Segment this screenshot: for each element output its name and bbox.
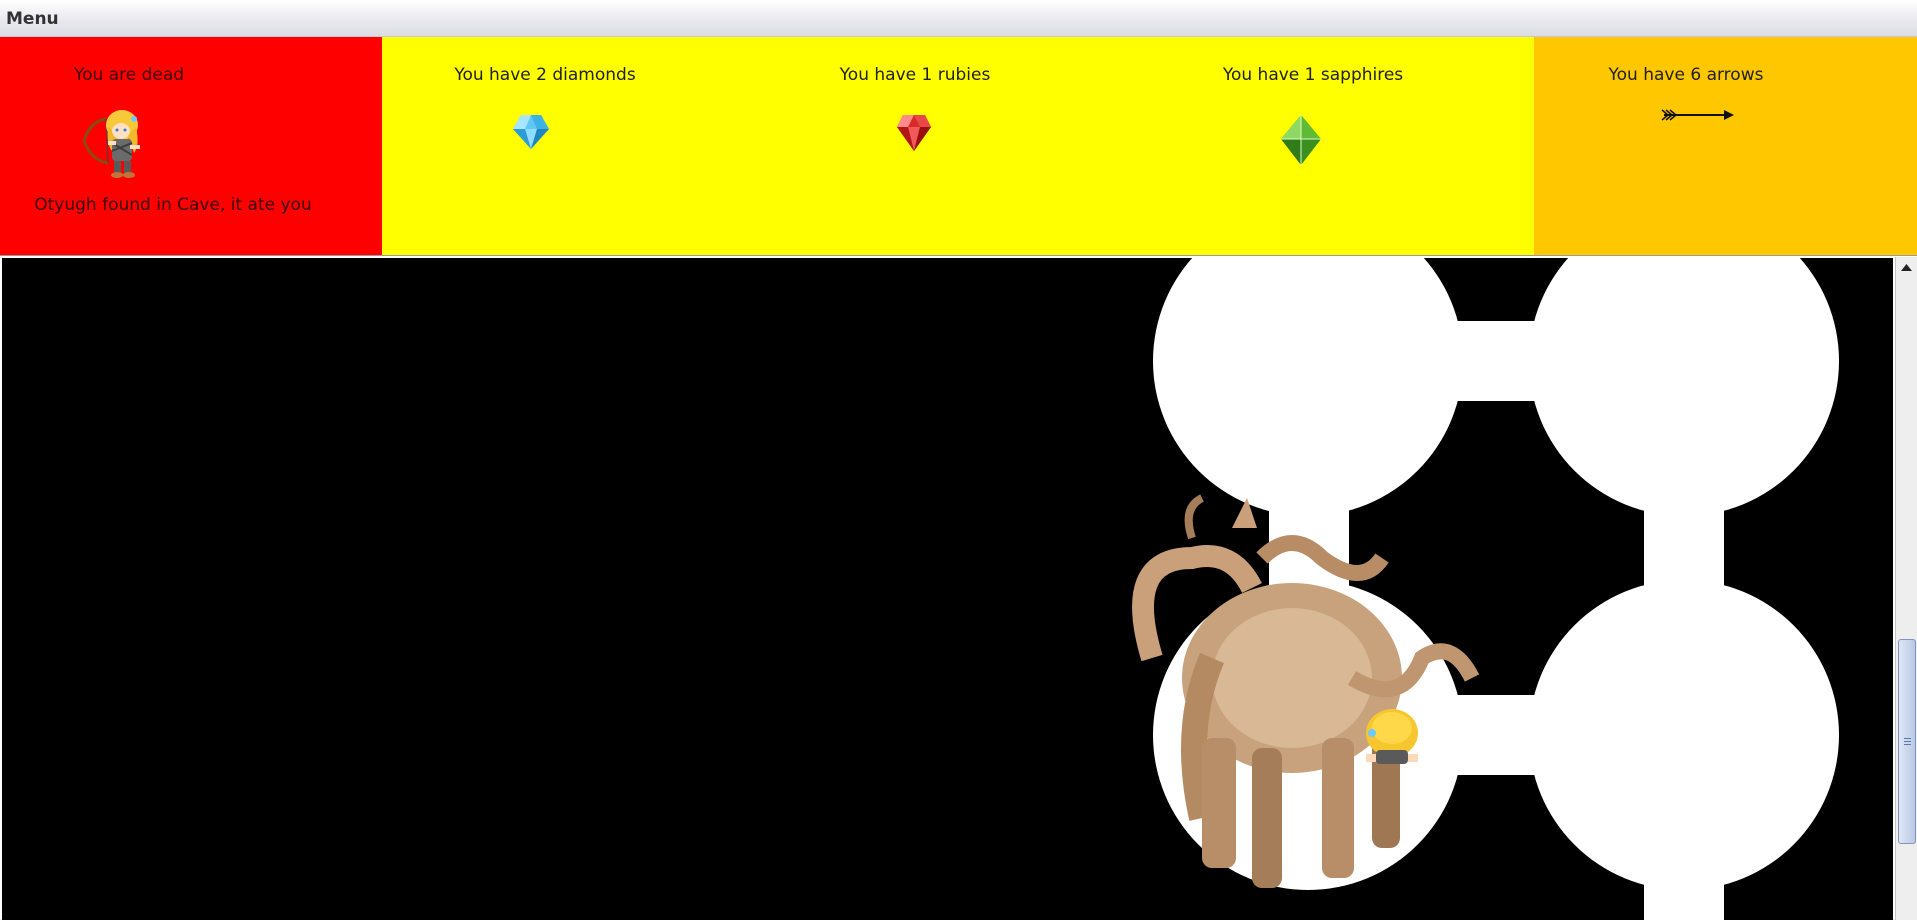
diamond-icon	[511, 111, 551, 155]
menu-bar: Menu	[0, 0, 1917, 37]
inventory-panel: You have 2 diamonds You have 1 rubies Yo…	[382, 37, 1534, 255]
map-scroll-pane	[0, 255, 1917, 920]
grip-line	[1904, 741, 1911, 742]
diamonds-count-text: You have 2 diamonds	[454, 65, 636, 85]
player-state-text: You are dead	[73, 65, 185, 85]
cave-tiles	[2, 258, 1893, 920]
status-message: Otyugh found in Cave, it ate you	[34, 195, 312, 215]
rubies-count-text: You have 1 rubies	[839, 65, 991, 85]
archer-icon	[78, 105, 154, 185]
arrow-icon	[1660, 107, 1736, 127]
arrows-count-text: You have 6 arrows	[1608, 65, 1764, 85]
ruby-icon	[895, 111, 933, 157]
scroll-up-button[interactable]	[1896, 257, 1917, 278]
arrows-panel: You have 6 arrows	[1534, 37, 1917, 255]
sapphire-icon	[1279, 113, 1323, 171]
player-icon	[1366, 709, 1418, 764]
triangle-up-icon	[1901, 264, 1912, 271]
status-panel: You are dead Otyugh found in Cave, it at…	[0, 37, 382, 255]
cave-map	[2, 258, 1893, 920]
menu-button[interactable]: Menu	[6, 9, 59, 29]
scroll-thumb[interactable]	[1898, 639, 1916, 844]
cave-bottom-right	[1529, 580, 1839, 890]
grip-line	[1904, 738, 1911, 739]
vertical-scrollbar[interactable]	[1895, 257, 1917, 920]
sapphires-count-text: You have 1 sapphires	[1222, 65, 1404, 85]
grip-line	[1904, 744, 1911, 745]
